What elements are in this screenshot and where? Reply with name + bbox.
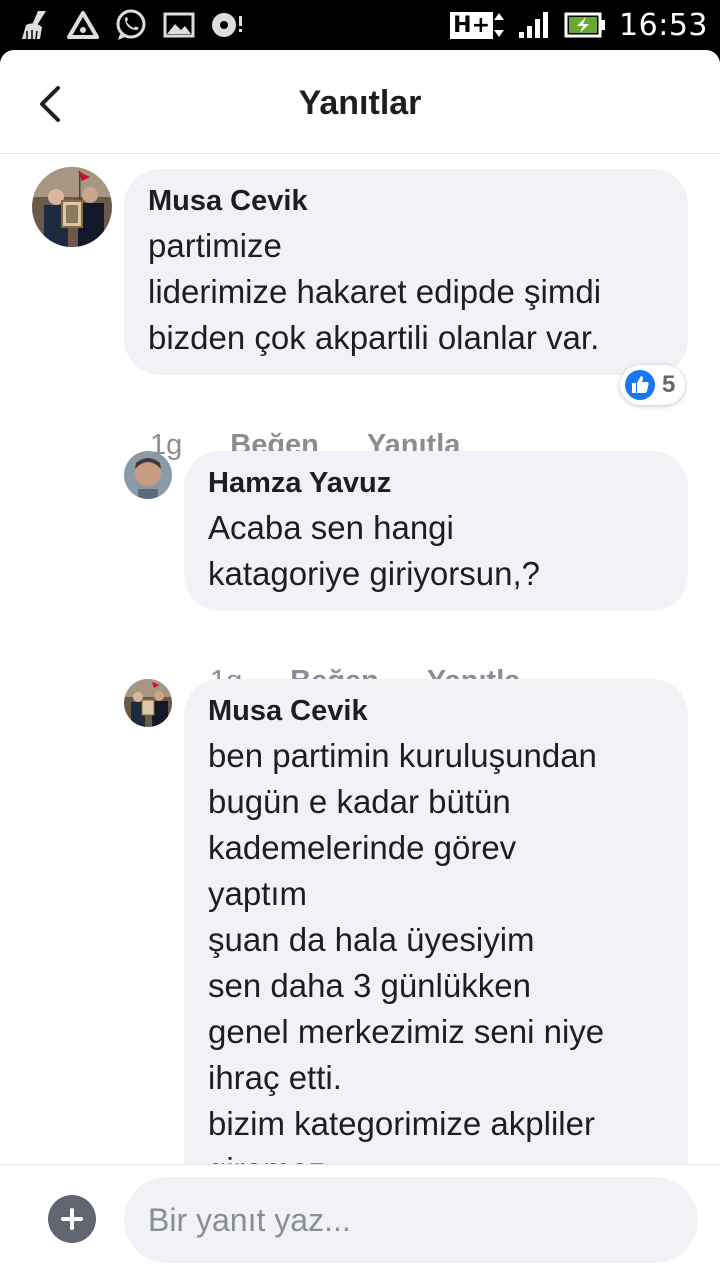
replies-sheet: Yanıtlar Musa Cevik partimize liderimize… [0,50,720,1280]
signal-icon [517,8,551,42]
comment-text: ben partimin kuruluşundan bugün e kadar … [208,737,605,1165]
avatar[interactable] [32,167,112,247]
avatar[interactable] [124,451,172,499]
add-attachment-button[interactable] [48,1195,96,1243]
like-reaction-icon [625,370,655,400]
avatar[interactable] [124,679,172,727]
gallery-icon [162,8,196,42]
comment-text: partimize liderimize hakaret edipde şimd… [148,227,602,356]
reaction-summary[interactable]: 5 [620,365,686,405]
reply-composer [0,1164,720,1280]
comment-thread: Musa Cevik partimize liderimize hakaret … [0,155,720,1165]
data-arrows-icon [494,13,505,37]
reply-input[interactable] [124,1177,698,1263]
broom-icon [18,8,52,42]
record-icon [210,8,244,42]
network-type-label: H+ [450,11,494,39]
comment-author[interactable]: Musa Cevik [148,183,664,219]
reaction-count: 5 [662,371,676,398]
page-title: Yanıtlar [298,84,422,122]
system-icons: H+ 16:53 [450,6,708,44]
status-bar: H+ 16:53 [0,0,720,50]
comment-author[interactable]: Hamza Yavuz [208,465,664,501]
comment-author[interactable]: Musa Cevik [208,693,664,729]
comment-bubble: Hamza Yavuz Acaba sen hangi katagoriye g… [184,451,688,611]
whatsapp-icon [114,8,148,42]
comment-text: Acaba sen hangi katagoriye giriyorsun,? [208,509,540,592]
alert-triangle-icon [66,8,100,42]
network-type: H+ [450,11,505,39]
plus-icon [61,1208,83,1230]
clock: 16:53 [619,7,708,43]
battery-charging-icon [563,8,607,42]
notification-icons [18,6,244,44]
comment-bubble: Musa Cevik partimize liderimize hakaret … [124,169,688,375]
header: Yanıtlar [0,50,720,154]
comment-bubble: Musa Cevik ben partimin kuruluşundan bug… [184,679,688,1165]
